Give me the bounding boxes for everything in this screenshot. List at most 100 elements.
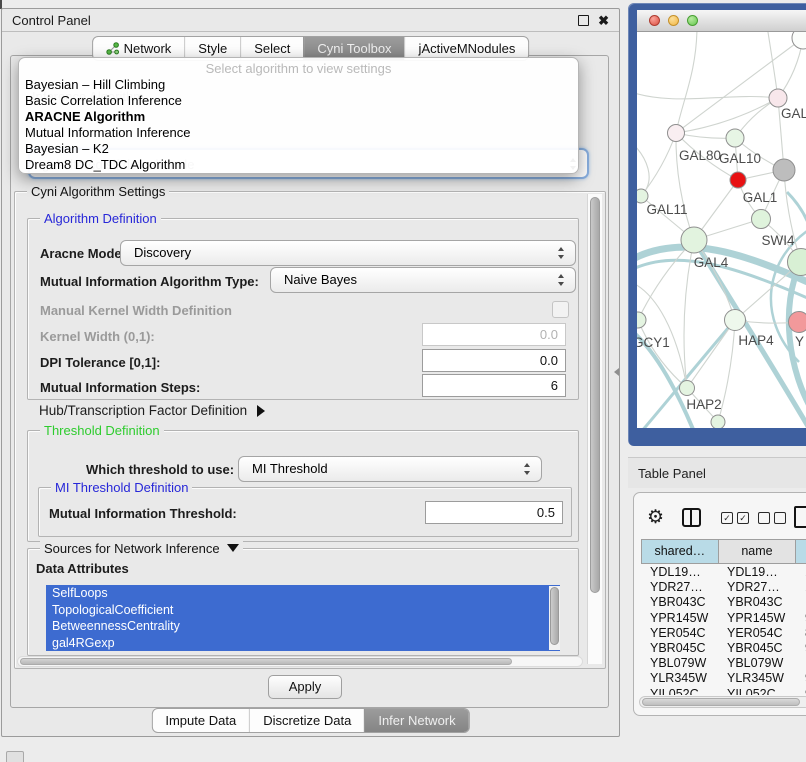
close-traffic-light-icon[interactable] [649,15,660,26]
dropdown-item-aracne-algorithm[interactable]: ARACNE Algorithm [19,109,578,125]
node-gal[interactable] [769,89,787,107]
mi-steps-field[interactable]: 6 [422,374,566,397]
table-horizontal-scrollbar[interactable] [639,696,806,708]
table-toolbar: ⚙ ✓✓ [634,503,806,533]
deselect-all-columns-icon[interactable] [758,512,786,524]
desktop: Control Panel ✖ NetworkStyleSelectCyni T… [0,0,806,762]
manual-kernel-width-label: Manual Kernel Width Definition [40,303,232,318]
attribute-item-selfloops[interactable]: SelfLoops [46,585,560,602]
node-gray[interactable] [773,159,795,181]
edge [784,170,801,262]
settings-hscroll-thumb[interactable] [20,658,512,665]
hub-definition-toggle[interactable]: Hub/Transcription Factor Definition [39,403,265,418]
table-cell: YPR145W [641,611,718,626]
settings-vertical-scrollbar[interactable] [587,194,602,664]
node-gcy1[interactable] [637,312,646,328]
bottom-tab-discretize-data-label: Discretize Data [263,709,351,732]
bottom-tab-impute-data[interactable]: Impute Data [152,709,249,732]
node-bottomN[interactable] [711,415,725,428]
dropdown-item-dream8-dc-tdc-algorithm[interactable]: Dream8 DC_TDC Algorithm [19,157,578,173]
node-gal80[interactable] [668,125,685,142]
node-label-gal4: GAL4 [694,255,729,270]
dropdown-item-basic-correlation-inference[interactable]: Basic Correlation Inference [19,93,578,109]
table-row[interactable]: YIL052CYIL052C9. [641,687,806,696]
dropdown-item-bayesian-hill-climbing[interactable]: Bayesian – Hill Climbing [19,77,578,93]
node-gal10[interactable] [726,129,744,147]
table-cell: YBR043C [718,595,796,610]
settings-vscroll-thumb[interactable] [590,197,600,593]
node-y[interactable] [789,312,806,333]
aracne-mode-combo[interactable]: Discovery [120,240,576,266]
table-cell: YER054C [641,626,718,641]
node-hap2[interactable] [680,381,695,396]
bottom-tab-discretize-data[interactable]: Discretize Data [249,709,364,732]
table-row[interactable]: YBR043CYBR043C [641,595,806,610]
node-label-hap2: HAP2 [686,397,721,412]
select-all-columns-icon[interactable]: ✓✓ [721,512,749,524]
settings-horizontal-scrollbar[interactable] [17,656,583,667]
data-attributes-list[interactable]: SelfLoopsTopologicalCoefficientBetweenne… [46,585,560,651]
dropdown-item-mutual-information-inference[interactable]: Mutual Information Inference [19,125,578,141]
attribute-item-gal4rgexp[interactable]: gal4RGexp [46,635,560,652]
columns-icon[interactable] [682,508,701,527]
attribute-item-topologicalcoefficient[interactable]: TopologicalCoefficient [46,602,560,619]
manual-kernel-width-checkbox[interactable] [552,301,569,318]
table-cell: 12 [796,580,806,595]
column-header-name[interactable]: name [719,540,797,563]
sources-group-title[interactable]: Sources for Network Inference [40,541,243,556]
mi-algorithm-type-combo[interactable]: Naive Bayes [270,267,576,293]
sources-title-text: Sources for Network Inference [44,541,220,556]
table-row[interactable]: YBL079WYBL079W [641,656,806,671]
table-row[interactable]: YLR345WYLR345W9. [641,671,806,686]
close-window-icon[interactable]: ✖ [598,14,609,27]
network-canvas[interactable]: GALGAL80GAL10GAL1GAL11GAL4SWI4GCY1HAP4YH… [637,32,806,428]
combo-spinner-icon [557,274,566,286]
table-cell: YBR045C [641,641,718,656]
mi-threshold-definition-group: MI Threshold Definition Mutual Informati… [38,487,572,537]
gear-icon[interactable]: ⚙ [647,505,664,531]
table-panel-title: Table Panel [638,466,706,481]
apply-button[interactable]: Apply [268,675,342,699]
node-label-gal10: GAL10 [719,151,761,166]
attr-list-scrollbar[interactable] [549,586,560,650]
table-cell: 9. [796,687,806,696]
node-gal11[interactable] [637,189,648,203]
table-panel-card: ⚙ ✓✓ shared…name YDL19…YDL19…13YDR27…YDR… [633,492,806,716]
mi-steps-label: Mutual Information Steps: [40,380,200,395]
node-label-hap4: HAP4 [738,333,774,348]
kernel-width-field[interactable]: 0.0 [422,323,566,346]
minimized-panel-icon[interactable] [6,751,24,762]
dpi-tolerance-label: DPI Tolerance [0,1]: [40,355,160,370]
algorithm-definition-group: Algorithm Definition Aracne Mode: Discov… [27,218,579,400]
float-window-icon[interactable] [578,15,589,26]
table-cell: YLR345W [641,671,718,686]
table-row[interactable]: YPR145WYPR145W9. [641,611,806,626]
zoom-traffic-light-icon[interactable] [687,15,698,26]
mi-threshold-field[interactable]: 0.5 [425,501,563,524]
table-row[interactable]: YBR045CYBR045C9. [641,641,806,656]
attr-list-scroll-thumb[interactable] [550,587,559,645]
column-header-partial[interactable] [796,540,806,563]
cyni-algorithm-settings-group: Cyni Algorithm Settings Algorithm Defini… [14,191,606,669]
table-hscroll-thumb[interactable] [642,698,800,706]
table-row[interactable]: YDL19…YDL19…13 [641,565,806,580]
dpi-tolerance-field[interactable]: 0.0 [422,349,566,372]
minimize-traffic-light-icon[interactable] [668,15,679,26]
table-cell: YPR145W [718,611,796,626]
bottom-tab-infer-network[interactable]: Infer Network [364,709,468,732]
table-row[interactable]: YDR27…YDR27…12 [641,580,806,595]
splitter-collapse-arrow[interactable] [614,368,619,376]
node-topWhite[interactable] [792,32,806,49]
bottom-tab-impute-data-label: Impute Data [165,709,236,732]
node-red[interactable] [730,172,746,188]
dropdown-item-bayesian-k2[interactable]: Bayesian – K2 [19,141,578,157]
node-label-gcy1: GCY1 [637,335,670,350]
node-hap4[interactable] [725,310,746,331]
node-gal1[interactable] [752,210,771,229]
which-threshold-combo[interactable]: MI Threshold [238,456,542,482]
attribute-item-betweennesscentrality[interactable]: BetweennessCentrality [46,618,560,635]
table-row[interactable]: YER054CYER054C8. [641,626,806,641]
column-header-shared[interactable]: shared… [642,540,719,563]
export-table-icon[interactable] [794,506,806,528]
node-gal4[interactable] [681,227,707,253]
